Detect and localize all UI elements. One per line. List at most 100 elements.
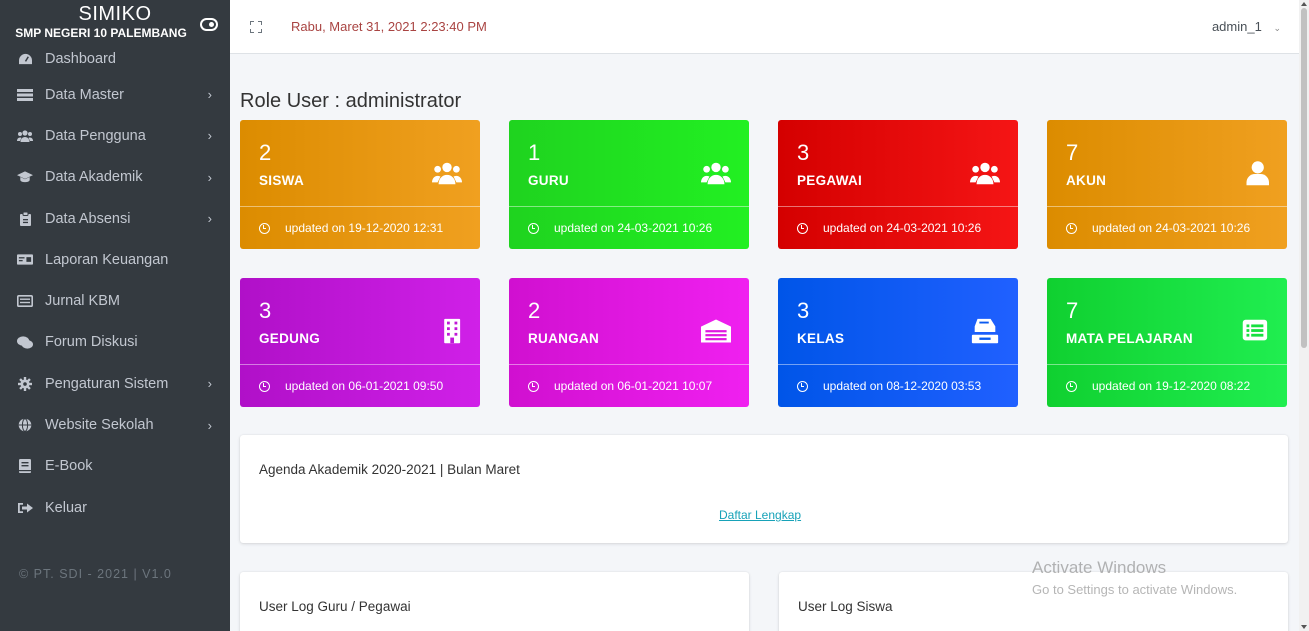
- sidebar-item-data-absensi[interactable]: Data Absensi ›: [0, 198, 230, 239]
- sidebar-item-jurnal-kbm[interactable]: Jurnal KBM: [0, 280, 230, 321]
- card-updated: updated on 06-01-2021 09:50: [285, 379, 444, 393]
- card-updated: updated on 08-12-2020 03:53: [823, 379, 982, 393]
- stat-card-guru[interactable]: 1 GURU updated on 24-03-2021 10:26: [509, 120, 749, 249]
- card-label: RUANGAN: [528, 331, 600, 346]
- chevron-right-icon: ›: [207, 417, 212, 433]
- card-label: SISWA: [259, 173, 305, 188]
- sidebar-item-label: Data Pengguna: [45, 127, 146, 144]
- building-icon: [444, 318, 461, 344]
- brand-subtitle: SMP NEGERI 10 PALEMBANG: [15, 26, 187, 40]
- chevron-right-icon: ›: [207, 376, 212, 392]
- card-updated: updated on 24-03-2021 10:26: [1092, 221, 1251, 235]
- activate-windows-subtitle: Go to Settings to activate Windows.: [1032, 582, 1238, 597]
- chevron-right-icon: ›: [207, 211, 212, 227]
- users-icon: [17, 129, 33, 143]
- card-count: 3: [259, 298, 272, 323]
- brand-title: SIMIKO: [78, 3, 152, 25]
- sidebar-item-label: Forum Diskusi: [45, 334, 138, 351]
- clock-icon: [528, 380, 539, 392]
- card-count: 2: [528, 298, 541, 323]
- card-count: 1: [528, 140, 541, 165]
- agenda-title: Agenda Akademik 2020-2021 | Bulan Maret: [259, 462, 520, 477]
- sidebar-item-pengaturan-sistem[interactable]: Pengaturan Sistem ›: [0, 363, 230, 404]
- clock-icon: [797, 380, 808, 392]
- card-footer: updated on 19-12-2020 12:31: [240, 206, 480, 249]
- daftar-lengkap-link[interactable]: Daftar Lengkap: [719, 508, 801, 522]
- card-count: 3: [797, 140, 810, 165]
- users-icon: [701, 162, 731, 185]
- card-count: 3: [797, 298, 810, 323]
- warehouse-icon: [701, 319, 731, 343]
- sidebar-toggle-icon[interactable]: [200, 18, 218, 31]
- sidebar-item-label: Website Sekolah: [45, 417, 154, 434]
- datetime-display: Rabu, Maret 31, 2021 2:23:40 PM: [291, 19, 487, 34]
- sidebar-item-e-book[interactable]: E-Book: [0, 446, 230, 487]
- card-updated: updated on 19-12-2020 12:31: [285, 221, 444, 235]
- sidebar-item-label: Pengaturan Sistem: [45, 375, 169, 392]
- clock-icon: [528, 222, 539, 234]
- card-updated: updated on 24-03-2021 10:26: [823, 221, 982, 235]
- scroll-down-icon[interactable]: [1301, 625, 1307, 629]
- activate-windows-title: Activate Windows: [1032, 558, 1167, 577]
- card-footer: updated on 24-03-2021 10:26: [509, 206, 749, 249]
- user-log-siswa-title: User Log Siswa: [798, 599, 893, 614]
- sidebar-item-data-akademik[interactable]: Data Akademik ›: [0, 157, 230, 198]
- sidebar-item-forum-diskusi[interactable]: Forum Diskusi: [0, 322, 230, 363]
- user-menu[interactable]: admin_1 ⌄: [1212, 19, 1281, 34]
- sidebar-item-label: Data Absensi: [45, 210, 131, 227]
- card-label: MATA PELAJARAN: [1066, 331, 1193, 346]
- chevron-right-icon: ›: [207, 169, 212, 185]
- sidebar-item-label: E-Book: [45, 458, 93, 475]
- sidebar-item-keluar[interactable]: Keluar: [0, 487, 230, 528]
- chevron-right-icon: ›: [207, 128, 212, 144]
- stat-card-kelas[interactable]: 3 KELAS updated on 08-12-2020 03:53: [778, 278, 1018, 407]
- sidebar-item-data-pengguna[interactable]: Data Pengguna ›: [0, 115, 230, 156]
- card-footer: updated on 24-03-2021 10:26: [778, 206, 1018, 249]
- stat-card-mata-pelajaran[interactable]: 7 MATA PELAJARAN updated on 19-12-2020 0…: [1047, 278, 1287, 407]
- comments-icon: [17, 335, 33, 349]
- users-icon: [970, 162, 1000, 185]
- stat-card-pegawai[interactable]: 3 PEGAWAI updated on 24-03-2021 10:26: [778, 120, 1018, 249]
- card-footer: updated on 06-01-2021 09:50: [240, 364, 480, 407]
- card-footer: updated on 06-01-2021 10:07: [509, 364, 749, 407]
- scroll-thumb[interactable]: [1301, 8, 1307, 348]
- inbox-tray-icon: [971, 318, 999, 344]
- sign-out-icon: [17, 501, 33, 515]
- card-label: KELAS: [797, 331, 845, 346]
- stat-card-siswa[interactable]: 2 SISWA updated on 19-12-2020 12:31: [240, 120, 480, 249]
- sidebar-footer: © PT. SDI - 2021 | V1.0: [19, 567, 172, 581]
- page-scrollbar[interactable]: [1299, 0, 1309, 631]
- scroll-up-icon[interactable]: [1301, 2, 1307, 6]
- dashboard-icon: [17, 52, 33, 66]
- sidebar-item-laporan-keuangan[interactable]: Laporan Keuangan: [0, 239, 230, 280]
- stat-card-akun[interactable]: 7 AKUN updated on 24-03-2021 10:26: [1047, 120, 1287, 249]
- sidebar-item-label: Laporan Keuangan: [45, 251, 169, 268]
- sidebar-item-dashboard[interactable]: Dashboard: [0, 44, 230, 74]
- clock-icon: [259, 222, 270, 234]
- sidebar-nav: Dashboard Data Master › Data Pengguna › …: [0, 44, 230, 528]
- card-updated: updated on 19-12-2020 08:22: [1092, 379, 1251, 393]
- sidebar-item-label: Dashboard: [45, 51, 116, 67]
- card-footer: updated on 24-03-2021 10:26: [1047, 206, 1287, 249]
- card-count: 7: [1066, 298, 1079, 323]
- fullscreen-icon[interactable]: [250, 20, 262, 33]
- chevron-down-icon: ⌄: [1273, 23, 1281, 33]
- graduation-cap-icon: [17, 170, 33, 184]
- clock-icon: [1066, 222, 1077, 234]
- clock-icon: [259, 380, 270, 392]
- card-count: 2: [259, 140, 272, 165]
- card-updated: updated on 06-01-2021 10:07: [554, 379, 713, 393]
- money-icon: [17, 253, 33, 267]
- sidebar-item-website-sekolah[interactable]: Website Sekolah ›: [0, 404, 230, 445]
- stat-card-ruangan[interactable]: 2 RUANGAN updated on 06-01-2021 10:07: [509, 278, 749, 407]
- book-journal-icon: [17, 294, 33, 308]
- agenda-panel: Agenda Akademik 2020-2021 | Bulan Maret …: [240, 435, 1288, 543]
- sidebar-item-data-master[interactable]: Data Master ›: [0, 74, 230, 115]
- user-log-guru-title: User Log Guru / Pegawai: [259, 599, 411, 614]
- top-navbar: Rabu, Maret 31, 2021 2:23:40 PM admin_1 …: [230, 0, 1299, 54]
- stat-card-gedung[interactable]: 3 GEDUNG updated on 06-01-2021 09:50: [240, 278, 480, 407]
- clock-icon: [1066, 380, 1077, 392]
- sidebar: SIMIKO SMP NEGERI 10 PALEMBANG Dashboard…: [0, 0, 230, 631]
- gear-icon: [17, 376, 33, 391]
- clock-icon: [797, 222, 808, 234]
